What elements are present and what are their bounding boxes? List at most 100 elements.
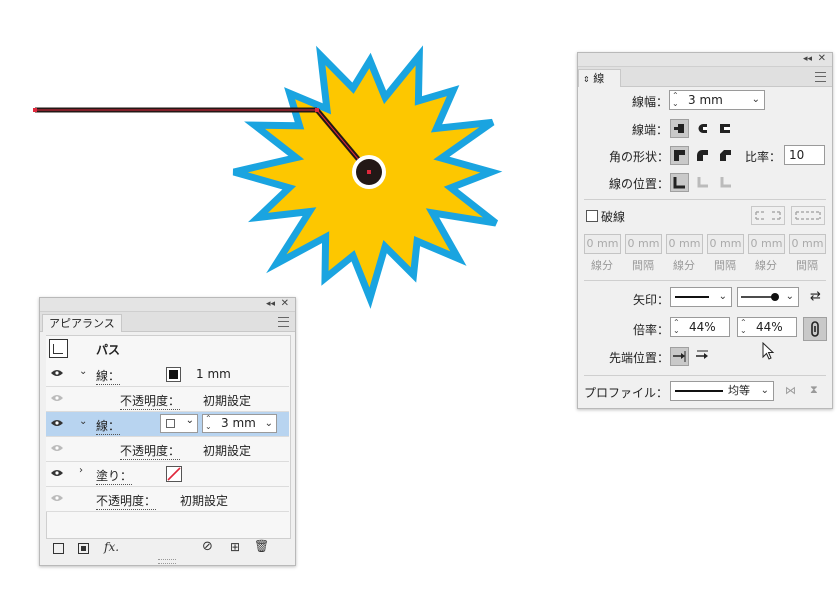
dash-field[interactable]: 0 mm — [584, 234, 621, 254]
double-chevron-left-icon[interactable]: ◂◂ — [803, 53, 812, 65]
align-inside-icon[interactable] — [693, 173, 712, 192]
eye-icon[interactable] — [51, 419, 63, 427]
panel-menu-icon[interactable] — [278, 317, 289, 327]
butt-cap-icon[interactable] — [670, 119, 689, 138]
align-center-icon[interactable] — [670, 173, 689, 192]
anchor-point[interactable] — [367, 170, 371, 174]
path-thumbnail-icon — [49, 339, 68, 358]
round-cap-icon[interactable] — [693, 119, 712, 138]
dash-field-label: 間隔 — [714, 259, 736, 272]
fill-none-swatch[interactable] — [166, 466, 182, 482]
resize-grip[interactable] — [158, 559, 176, 564]
stroke-swatch[interactable] — [166, 367, 181, 382]
flip-horizontal-icon[interactable]: ⋈ — [785, 384, 796, 397]
chevron-down-icon[interactable]: ⌄ — [186, 415, 194, 426]
stepper-icon[interactable]: ⌃ ⌄ — [672, 92, 679, 108]
chevron-right-icon[interactable]: › — [79, 465, 83, 476]
appearance-title: パス — [96, 343, 121, 357]
close-icon[interactable]: ✕ — [818, 53, 826, 65]
panel-titlebar[interactable]: ◂◂ ✕ — [578, 53, 832, 67]
tip-place-icon[interactable] — [693, 347, 712, 366]
dash-field[interactable]: 0 mm — [666, 234, 703, 254]
chevron-down-icon[interactable]: ⌄ — [761, 382, 769, 400]
arrow-start-select[interactable]: ⌄ — [670, 287, 732, 307]
dash-field[interactable]: 0 mm — [625, 234, 662, 254]
chevron-down-icon[interactable]: ⌄ — [752, 91, 760, 109]
eye-icon[interactable] — [51, 444, 63, 452]
uniform-profile-icon — [675, 390, 723, 392]
stroke-weight-field[interactable]: ⌃ ⌄ 3 mm ⌄ — [202, 414, 277, 433]
chevron-down-icon[interactable]: ⌄ — [265, 415, 273, 432]
eye-icon[interactable] — [51, 394, 63, 402]
stroke-label[interactable]: 線： — [96, 367, 121, 385]
stepper-icon[interactable]: ⌃ ⌄ — [673, 319, 680, 335]
clear-appearance-icon[interactable]: ⊘ — [202, 539, 213, 554]
round-join-icon[interactable] — [693, 146, 712, 165]
chevron-down-icon[interactable]: ⌄ — [719, 288, 727, 306]
appearance-row-stroke-selected[interactable]: ⌄ 線： ⌄ ⌃ ⌄ 3 mm ⌄ — [46, 412, 289, 437]
close-icon[interactable]: ✕ — [281, 298, 289, 310]
flip-vertical-icon[interactable]: ⧗ — [810, 383, 818, 397]
trash-icon[interactable]: 🗑 — [254, 539, 269, 553]
dash-field-label: 間隔 — [632, 259, 654, 272]
swap-arrows-icon[interactable]: ⇄ — [810, 289, 821, 304]
arrow-end-select[interactable]: ⌄ — [737, 287, 799, 307]
eye-icon[interactable] — [51, 369, 63, 377]
eye-icon[interactable] — [51, 469, 63, 477]
miter-join-icon[interactable] — [670, 146, 689, 165]
stepper-icon[interactable]: ⌃ ⌄ — [205, 415, 212, 431]
dash-field-label: 線分 — [755, 259, 777, 272]
link-scale-icon[interactable] — [803, 317, 827, 341]
dash-field[interactable]: 0 mm — [748, 234, 785, 254]
appearance-row-stroke[interactable]: ⌄ 線： 1 mm — [46, 362, 289, 387]
dash-adjust-icon[interactable] — [791, 206, 825, 225]
align-outside-icon[interactable] — [716, 173, 735, 192]
dash-exact-icon[interactable] — [751, 206, 785, 225]
appearance-row-opacity[interactable]: 不透明度： 初期設定 — [46, 437, 289, 462]
opacity-label[interactable]: 不透明度： — [120, 392, 181, 410]
chevron-down-icon[interactable]: ⌄ — [79, 416, 87, 427]
stroke-weight-value: 1 mm — [196, 367, 231, 381]
bevel-join-icon[interactable] — [716, 146, 735, 165]
limit-field[interactable]: 10 — [784, 145, 825, 165]
dashed-checkbox[interactable] — [586, 210, 598, 222]
double-chevron-left-icon[interactable]: ◂◂ — [266, 298, 275, 310]
arrow-label: 矢印： — [633, 293, 670, 307]
divider — [584, 199, 826, 200]
panel-titlebar[interactable]: ◂◂ ✕ — [40, 298, 295, 312]
anchor-point[interactable] — [33, 108, 37, 112]
panel-menu-icon[interactable] — [815, 72, 826, 82]
dash-field[interactable]: 0 mm — [707, 234, 744, 254]
add-new-fill-icon[interactable] — [78, 543, 89, 554]
appearance-header[interactable]: パス — [46, 336, 289, 363]
duplicate-item-icon[interactable]: ⊞ — [230, 540, 240, 554]
scale-end-field[interactable]: ⌃ ⌄ 44% — [737, 317, 797, 337]
anchor-point[interactable] — [315, 108, 319, 112]
appearance-row-opacity[interactable]: 不透明度： 初期設定 — [46, 387, 289, 412]
appearance-row-opacity[interactable]: 不透明度： 初期設定 — [46, 487, 289, 512]
chevron-down-icon[interactable]: ⌄ — [79, 366, 87, 377]
opacity-label[interactable]: 不透明度： — [96, 492, 157, 510]
profile-select[interactable]: 均等 ⌄ — [670, 381, 774, 401]
weight-field[interactable]: ⌃ ⌄ 3 mm ⌄ — [669, 90, 765, 110]
eye-icon[interactable] — [51, 494, 63, 502]
updown-icon: ⇕ — [583, 75, 590, 84]
stepper-icon[interactable]: ⌃ ⌄ — [740, 319, 747, 335]
scale-start-field[interactable]: ⌃ ⌄ 44% — [670, 317, 730, 337]
appearance-row-fill[interactable]: › 塗り： — [46, 462, 289, 487]
fill-label[interactable]: 塗り： — [96, 467, 133, 485]
tab-appearance[interactable]: アピアランス — [42, 314, 122, 332]
stroke-color-select[interactable]: ⌄ — [160, 414, 198, 433]
tip-extend-icon[interactable] — [670, 347, 689, 366]
dash-field[interactable]: 0 mm — [789, 234, 826, 254]
chevron-down-icon[interactable]: ⌄ — [786, 288, 794, 306]
tab-stroke[interactable]: ⇕ 線 — [578, 69, 622, 87]
fx-icon[interactable]: fx. — [104, 540, 119, 554]
panel-tabbar: ⇕ 線 — [578, 67, 832, 87]
projecting-cap-icon[interactable] — [716, 119, 735, 138]
stroke-label[interactable]: 線： — [96, 417, 121, 435]
corner-label: 角の形状： — [609, 150, 670, 164]
add-new-stroke-icon[interactable] — [53, 543, 64, 554]
opacity-label[interactable]: 不透明度： — [120, 442, 181, 460]
limit-label: 比率： — [745, 150, 782, 164]
